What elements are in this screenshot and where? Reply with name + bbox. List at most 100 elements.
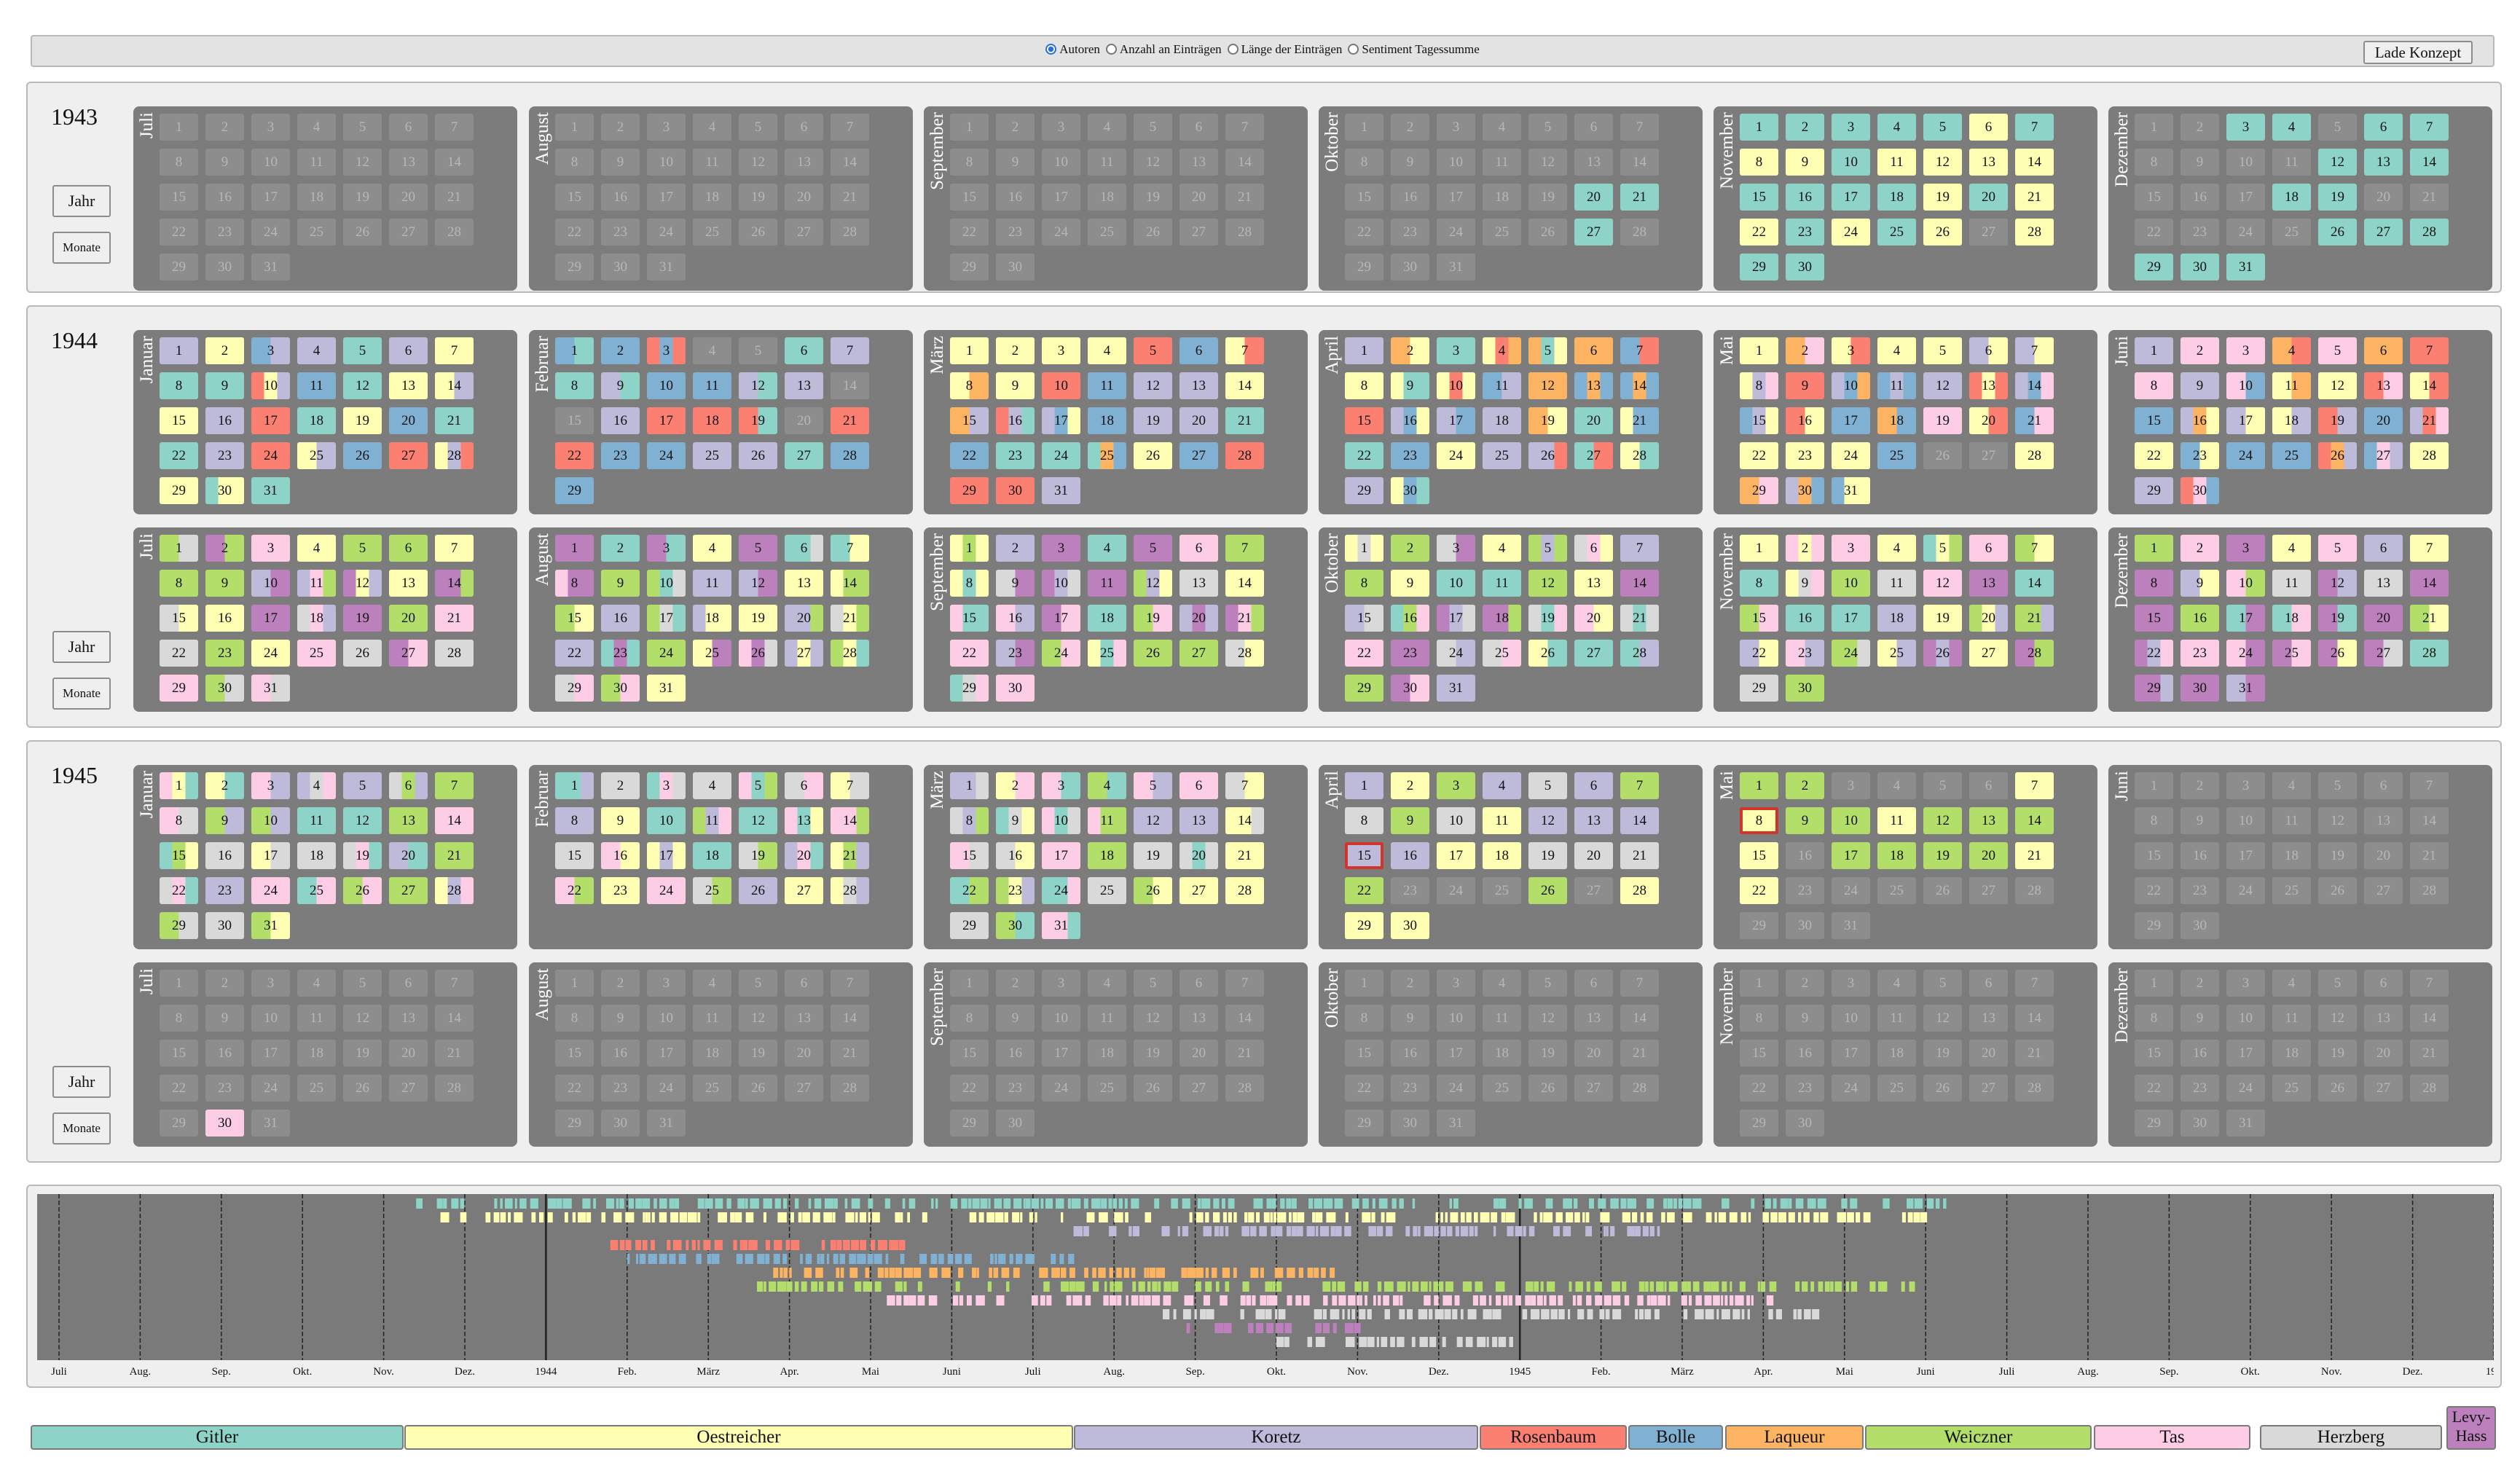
day-cell[interactable]: 11 — [693, 807, 731, 834]
day-cell[interactable]: 29 — [160, 912, 198, 939]
day-cell[interactable]: 13 — [1969, 149, 2008, 176]
day-cell[interactable]: 13 — [1179, 807, 1218, 834]
load-concept-button[interactable]: Lade Konzept — [2363, 41, 2473, 64]
day-cell[interactable]: 1 — [1345, 337, 1383, 364]
day-cell[interactable]: 28 — [2015, 640, 2054, 667]
day-cell[interactable]: 31 — [1832, 477, 1870, 504]
day-cell[interactable]: 9 — [205, 570, 244, 597]
day-cell[interactable]: 20 — [1574, 407, 1613, 434]
day-cell[interactable]: 21 — [435, 407, 474, 434]
day-cell[interactable]: 21 — [1620, 842, 1659, 869]
day-cell[interactable]: 19 — [739, 407, 777, 434]
day-cell[interactable]: 25 — [693, 442, 731, 469]
day-cell[interactable]: 4 — [2272, 337, 2311, 364]
day-cell[interactable]: 14 — [2015, 807, 2054, 834]
day-cell[interactable]: 13 — [785, 372, 823, 399]
day-cell[interactable]: 7 — [1620, 337, 1659, 364]
day-cell[interactable]: 25 — [1877, 442, 1916, 469]
day-cell[interactable]: 3 — [2226, 337, 2265, 364]
legend-author-laqueur[interactable]: Laqueur — [1725, 1425, 1864, 1450]
day-cell[interactable]: 18 — [1877, 407, 1916, 434]
day-cell[interactable]: 20 — [389, 407, 428, 434]
day-cell[interactable]: 24 — [1832, 219, 1870, 246]
day-cell[interactable]: 21 — [435, 842, 474, 869]
day-cell[interactable]: 10 — [2226, 570, 2265, 597]
months-view-button[interactable]: Monate — [52, 232, 111, 264]
day-cell[interactable]: 24 — [2226, 442, 2265, 469]
day-cell[interactable]: 24 — [1832, 640, 1870, 667]
day-cell[interactable]: 9 — [1391, 807, 1429, 834]
day-cell[interactable]: 17 — [251, 842, 290, 869]
view-mode-radio-4[interactable]: Sentiment Tagessumme — [1348, 42, 1480, 57]
day-cell[interactable]: 18 — [1877, 184, 1916, 211]
day-cell[interactable]: 8 — [1740, 570, 1778, 597]
day-cell[interactable]: 15 — [555, 605, 594, 632]
day-cell[interactable]: 9 — [1391, 372, 1429, 399]
day-cell[interactable]: 4 — [693, 535, 731, 562]
day-cell[interactable]: 13 — [1574, 807, 1613, 834]
day-cell[interactable]: 13 — [1969, 372, 2008, 399]
day-cell[interactable]: 10 — [647, 570, 686, 597]
day-cell[interactable]: 23 — [205, 442, 244, 469]
day-cell[interactable]: 14 — [435, 372, 474, 399]
day-cell[interactable]: 17 — [647, 407, 686, 434]
day-cell[interactable]: 2 — [1786, 772, 1824, 799]
day-cell[interactable]: 6 — [389, 772, 428, 799]
day-cell[interactable]: 2 — [996, 535, 1035, 562]
day-cell[interactable]: 1 — [1345, 772, 1383, 799]
day-cell[interactable]: 31 — [251, 912, 290, 939]
day-cell[interactable]: 10 — [1042, 807, 1080, 834]
day-cell[interactable]: 15 — [1345, 605, 1383, 632]
day-cell[interactable]: 15 — [950, 605, 989, 632]
day-cell[interactable]: 10 — [1437, 807, 1475, 834]
day-cell[interactable]: 29 — [1345, 477, 1383, 504]
day-cell[interactable]: 15 — [1740, 407, 1778, 434]
day-cell[interactable]: 17 — [1042, 842, 1080, 869]
day-cell[interactable]: 31 — [647, 675, 686, 702]
day-cell[interactable]: 19 — [739, 605, 777, 632]
day-cell[interactable]: 5 — [1923, 337, 1962, 364]
day-cell[interactable]: 15 — [1740, 842, 1778, 869]
day-cell[interactable]: 29 — [1345, 675, 1383, 702]
day-cell[interactable]: 16 — [205, 605, 244, 632]
day-cell[interactable]: 20 — [1969, 605, 2008, 632]
day-cell[interactable]: 21 — [1225, 842, 1264, 869]
day-cell[interactable]: 5 — [739, 535, 777, 562]
day-cell[interactable]: 7 — [2410, 535, 2449, 562]
day-cell[interactable]: 26 — [343, 640, 382, 667]
day-cell[interactable]: 15 — [1345, 407, 1383, 434]
day-cell[interactable]: 11 — [2272, 372, 2311, 399]
day-cell[interactable]: 23 — [1786, 640, 1824, 667]
day-cell[interactable]: 14 — [435, 807, 474, 834]
day-cell[interactable]: 17 — [251, 407, 290, 434]
day-cell[interactable]: 3 — [1437, 772, 1475, 799]
day-cell[interactable]: 15 — [160, 407, 198, 434]
day-cell[interactable]: 3 — [2226, 535, 2265, 562]
day-cell[interactable]: 29 — [2135, 254, 2173, 280]
day-cell[interactable]: 2 — [205, 772, 244, 799]
day-cell[interactable]: 27 — [1574, 640, 1613, 667]
day-cell[interactable]: 11 — [1088, 570, 1126, 597]
day-cell[interactable]: 6 — [2364, 535, 2403, 562]
day-cell[interactable]: 4 — [1483, 772, 1521, 799]
day-cell[interactable]: 20 — [1574, 605, 1613, 632]
day-cell[interactable]: 22 — [160, 640, 198, 667]
day-cell[interactable]: 15 — [1740, 605, 1778, 632]
day-cell[interactable]: 22 — [1740, 877, 1778, 904]
legend-author-weiczner[interactable]: Weiczner — [1865, 1425, 2092, 1450]
day-cell[interactable]: 7 — [1225, 772, 1264, 799]
day-cell[interactable]: 30 — [1391, 912, 1429, 939]
day-cell[interactable]: 10 — [647, 807, 686, 834]
day-cell[interactable]: 4 — [1088, 772, 1126, 799]
day-cell[interactable]: 17 — [1042, 605, 1080, 632]
day-cell[interactable]: 7 — [435, 535, 474, 562]
legend-author-gitler[interactable]: Gitler — [31, 1425, 404, 1450]
day-cell[interactable]: 8 — [160, 570, 198, 597]
day-cell[interactable]: 25 — [1088, 640, 1126, 667]
day-cell[interactable]: 17 — [1832, 842, 1870, 869]
day-cell[interactable]: 18 — [1483, 605, 1521, 632]
day-cell[interactable]: 14 — [2015, 149, 2054, 176]
day-cell[interactable]: 12 — [739, 807, 777, 834]
day-cell[interactable]: 12 — [1134, 807, 1172, 834]
day-cell[interactable]: 8 — [1345, 372, 1383, 399]
